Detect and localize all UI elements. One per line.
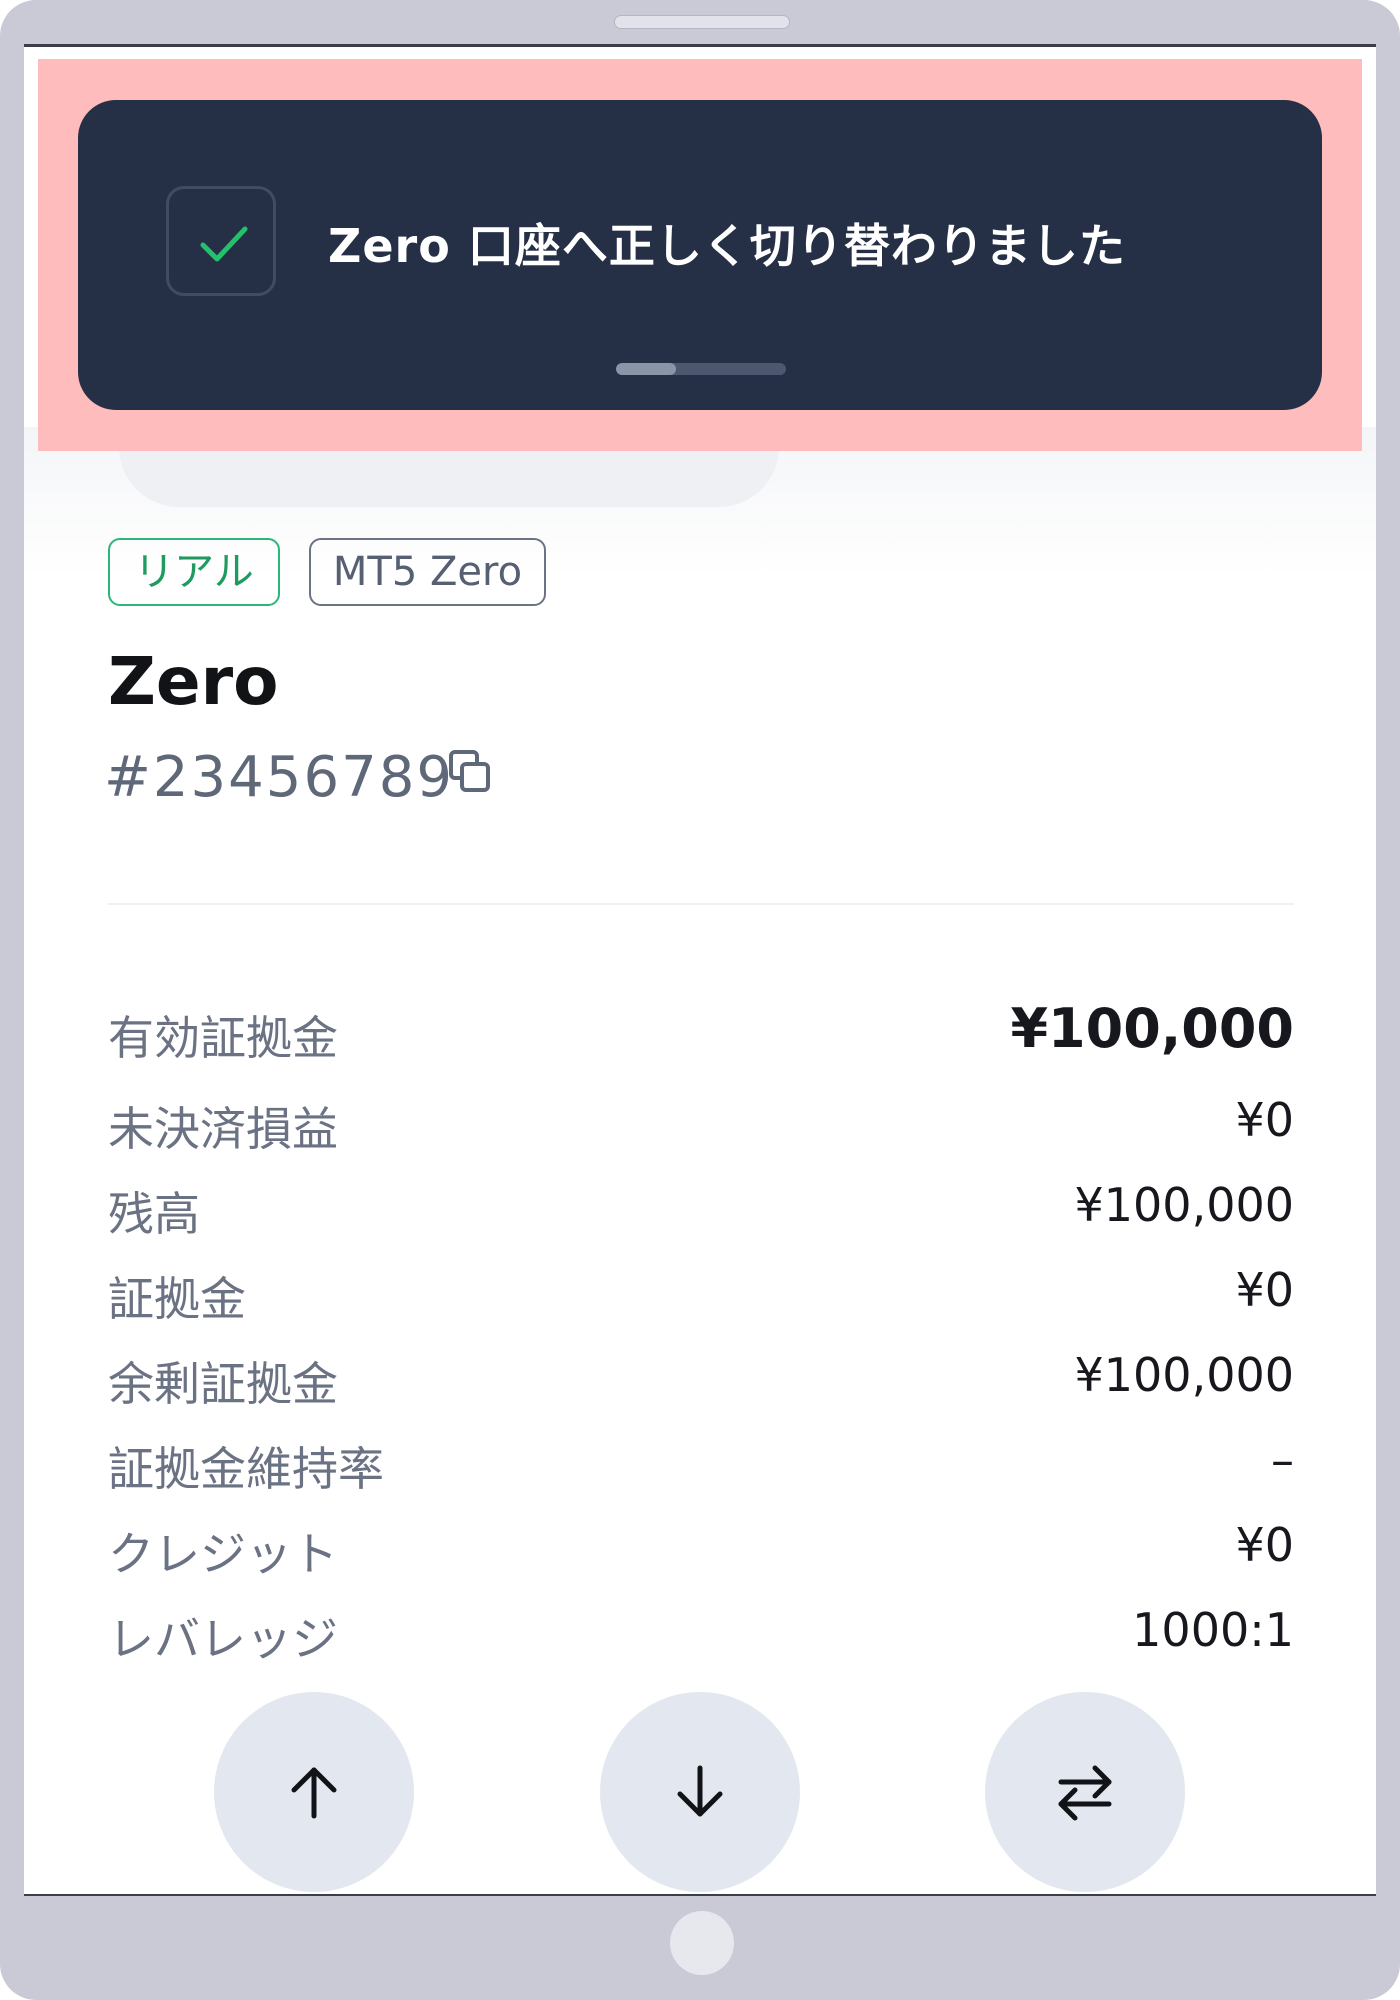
transfer-icon: [1058, 1765, 1112, 1821]
app-screen: Zero 口座へ正しく切り替わりました リアル MT5 Zero Zero #2…: [24, 44, 1376, 1896]
success-toast[interactable]: Zero 口座へ正しく切り替わりました: [78, 100, 1322, 410]
toast-progress-fill: [616, 363, 676, 375]
device-speaker: [614, 15, 790, 29]
stat-label-equity: 有効証拠金: [108, 1011, 338, 1065]
account-number: #23456789: [104, 745, 454, 810]
transfer-button[interactable]: [985, 1692, 1185, 1892]
stat-label-free-margin: 余剰証拠金: [108, 1357, 338, 1411]
toast-progress-bar: [616, 363, 786, 375]
stat-label-credit: クレジット: [108, 1527, 338, 1581]
withdraw-button[interactable]: [600, 1692, 800, 1892]
stat-label-margin: 証拠金: [108, 1272, 246, 1326]
check-icon: [166, 186, 276, 296]
stat-value-leverage: 1000:1: [1132, 1603, 1294, 1657]
arrow-down-icon: [677, 1765, 723, 1817]
account-tag-real: リアル: [108, 538, 280, 606]
device-frame: Zero 口座へ正しく切り替わりました リアル MT5 Zero Zero #2…: [0, 0, 1400, 2000]
stat-value-margin-level: –: [1271, 1433, 1294, 1487]
copy-icon[interactable]: [448, 749, 492, 799]
stat-value-credit: ¥0: [1235, 1518, 1294, 1572]
stat-value-equity: ¥100,000: [1010, 997, 1294, 1060]
account-name: Zero: [108, 643, 279, 720]
stat-value-balance: ¥100,000: [1074, 1178, 1295, 1232]
toast-message: Zero 口座へ正しく切り替わりました: [328, 219, 1126, 273]
deposit-button[interactable]: [214, 1692, 414, 1892]
stat-label-balance: 残高: [108, 1187, 200, 1241]
stat-value-free-margin: ¥100,000: [1074, 1348, 1295, 1402]
home-button[interactable]: [670, 1911, 734, 1975]
stat-value-floating-pl: ¥0: [1235, 1093, 1294, 1147]
divider: [108, 903, 1294, 905]
stat-label-leverage: レバレッジ: [108, 1612, 338, 1666]
stat-label-margin-level: 証拠金維持率: [108, 1442, 384, 1496]
stat-value-margin: ¥0: [1235, 1263, 1294, 1317]
arrow-up-icon: [291, 1767, 337, 1819]
stat-label-floating-pl: 未決済損益: [108, 1102, 338, 1156]
account-tag-type: MT5 Zero: [309, 538, 546, 606]
